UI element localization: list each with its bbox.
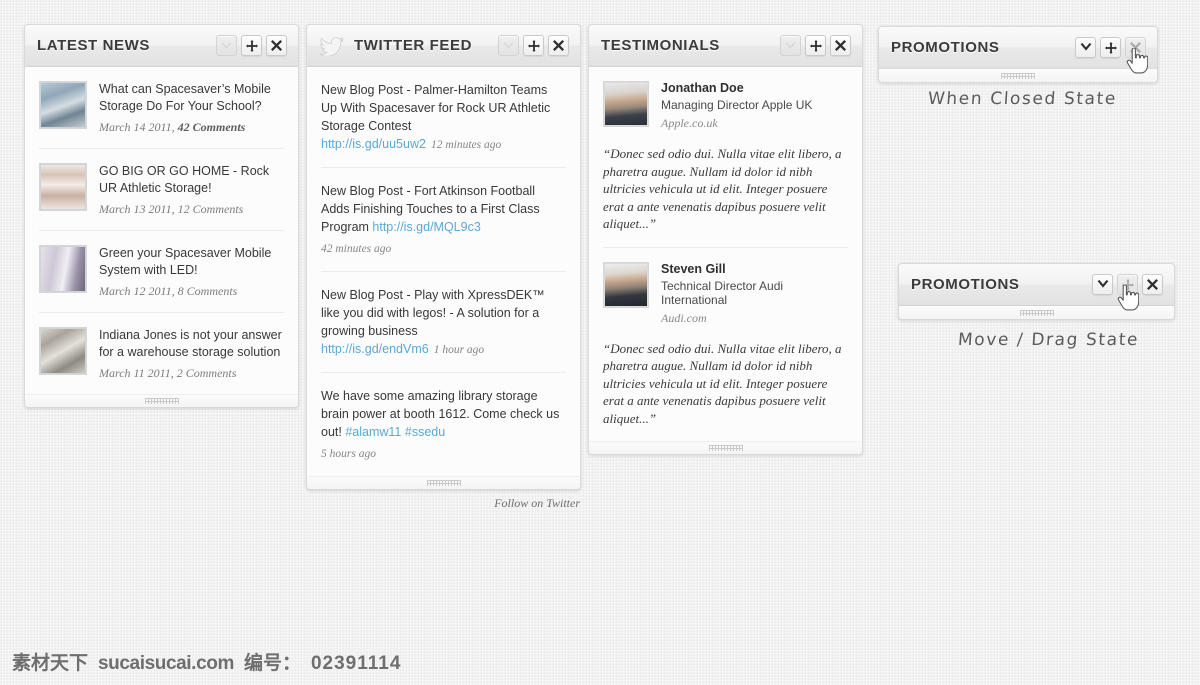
collapse-button[interactable]	[780, 35, 801, 56]
tweet-text: New Blog Post - Play with XpressDEK™ lik…	[321, 288, 545, 338]
widget-title-promotions-closed: PROMOTIONS	[891, 39, 1000, 56]
news-title[interactable]: Indiana Jones is not your answer for a w…	[99, 327, 284, 361]
header-buttons-twitter-feed	[498, 35, 569, 56]
testimonial-site: Audi.com	[661, 310, 707, 325]
widget-body-latest-news: What can Spacesaver’s Mobile Storage Do …	[25, 67, 298, 394]
news-meta: March 14 2011, 42 Comments	[99, 120, 246, 134]
resize-grip[interactable]	[589, 441, 862, 454]
list-item[interactable]: Indiana Jones is not your answer for a w…	[39, 313, 284, 394]
widget-header-promotions-drag[interactable]: PROMOTIONS	[899, 264, 1174, 307]
avatar	[603, 81, 649, 127]
list-item[interactable]: GO BIG OR GO HOME - Rock UR Athletic Sto…	[39, 149, 284, 231]
news-meta: March 11 2011, 2 Comments	[99, 366, 237, 380]
tweet-link[interactable]: http://is.gd/uu5uw2	[321, 137, 426, 151]
tweet-time: 5 hours ago	[321, 448, 376, 460]
tweet-text: New Blog Post - Palmer-Hamilton Teams Up…	[321, 83, 551, 133]
widget-header-twitter-feed[interactable]: TWITTER FEED	[307, 25, 580, 68]
widget-twitter-feed[interactable]: TWITTER FEED New Blog Post - Palmer-Hami…	[306, 24, 581, 510]
watermark-label: 编号：	[243, 653, 301, 674]
close-button[interactable]	[830, 35, 851, 56]
resize-grip[interactable]	[899, 306, 1174, 319]
list-item: New Blog Post - Fort Atkinson Football A…	[321, 168, 566, 272]
testimonial-quote: “Donec sed odio dui. Nulla vitae elit li…	[603, 135, 848, 248]
tweet-time: 42 minutes ago	[321, 243, 392, 255]
news-title[interactable]: What can Spacesaver’s Mobile Storage Do …	[99, 81, 284, 115]
list-item: We have some amazing library storage bra…	[321, 373, 566, 476]
list-item[interactable]: What can Spacesaver’s Mobile Storage Do …	[39, 67, 284, 149]
testimonial-name: Jonathan Doe	[661, 81, 744, 95]
header-buttons-latest-news	[216, 35, 287, 56]
collapse-button[interactable]	[1075, 37, 1096, 58]
close-button[interactable]	[266, 35, 287, 56]
news-thumbnail	[39, 163, 87, 211]
testimonial-site: Apple.co.uk	[661, 116, 718, 130]
watermark-number: 02391114	[310, 653, 402, 674]
list-item: New Blog Post - Play with XpressDEK™ lik…	[321, 272, 566, 373]
header-buttons-testimonials	[780, 35, 851, 56]
widget-title-latest-news: LATEST NEWS	[37, 37, 150, 54]
move-button[interactable]	[1100, 37, 1121, 58]
twitter-bird-icon	[319, 36, 345, 56]
widget-testimonials[interactable]: TESTIMONIALS Jonathan Doe Managing Direc…	[588, 24, 863, 455]
news-thumbnail	[39, 245, 87, 293]
tweet-time: 1 hour ago	[433, 344, 485, 356]
testimonial-role: Technical Director Audi International	[661, 278, 784, 307]
header-buttons-promotions-drag	[1092, 274, 1163, 295]
widget-title-testimonials: TESTIMONIALS	[601, 37, 720, 54]
drag-state-label: Move / Drag State	[957, 330, 1140, 350]
widget-title-promotions-drag: PROMOTIONS	[911, 276, 1020, 293]
widget-header-testimonials[interactable]: TESTIMONIALS	[589, 25, 862, 68]
tweet-time: 12 minutes ago	[430, 139, 502, 151]
news-thumbnail	[39, 81, 87, 129]
avatar	[603, 261, 649, 308]
hashtag-link[interactable]: #alamw11	[345, 425, 401, 439]
tweet-link[interactable]: http://is.gd/MQL9c3	[372, 220, 480, 234]
collapse-button[interactable]	[498, 35, 519, 56]
widget-header-latest-news[interactable]: LATEST NEWS	[25, 25, 298, 68]
testimonial-role: Managing Director Apple UK	[661, 98, 813, 112]
collapse-button[interactable]	[216, 35, 237, 56]
widget-body-testimonials: Jonathan Doe Managing Director Apple UK …	[589, 67, 862, 441]
close-button[interactable]	[1125, 37, 1146, 58]
widget-title-twitter-feed: TWITTER FEED	[354, 37, 473, 54]
watermark: 素材天下 sucaisucai.com 编号： 02391114	[12, 648, 401, 675]
news-meta: March 12 2011, 8 Comments	[99, 284, 238, 298]
list-item: Jonathan Doe Managing Director Apple UK …	[603, 67, 848, 248]
news-title[interactable]: GO BIG OR GO HOME - Rock UR Athletic Sto…	[99, 163, 284, 197]
resize-grip[interactable]	[879, 69, 1157, 82]
move-button[interactable]	[241, 35, 262, 56]
close-button[interactable]	[548, 35, 569, 56]
testimonial-quote: “Donec sed odio dui. Nulla vitae elit li…	[603, 340, 842, 426]
header-buttons-promotions-closed	[1075, 37, 1146, 58]
list-item: New Blog Post - Palmer-Hamilton Teams Up…	[321, 67, 566, 168]
testimonial-name: Steven Gill	[661, 261, 726, 276]
resize-grip[interactable]	[307, 476, 580, 489]
watermark-brand: 素材天下	[12, 653, 89, 674]
watermark-site: sucaisucai.com	[98, 653, 234, 674]
list-item: Steven Gill Technical Director Audi Inte…	[603, 248, 848, 442]
widget-promotions-drag[interactable]: PROMOTIONS	[898, 263, 1175, 320]
news-meta: March 13 2011, 12 Comments	[99, 202, 244, 216]
tweet-link[interactable]: http://is.gd/endVm6	[321, 342, 429, 356]
news-thumbnail	[39, 327, 87, 375]
move-button[interactable]	[1117, 274, 1138, 295]
move-button[interactable]	[523, 35, 544, 56]
list-item[interactable]: Green your Spacesaver Mobile System with…	[39, 231, 284, 313]
hashtag-link[interactable]: #ssedu	[405, 425, 445, 439]
collapse-button[interactable]	[1092, 274, 1113, 295]
close-button[interactable]	[1142, 274, 1163, 295]
widget-header-promotions-closed[interactable]: PROMOTIONS	[879, 27, 1157, 70]
move-button[interactable]	[805, 35, 826, 56]
follow-on-twitter-link[interactable]: Follow on Twitter	[494, 496, 580, 511]
widget-promotions-closed[interactable]: PROMOTIONS	[878, 26, 1158, 83]
resize-grip[interactable]	[25, 394, 298, 407]
news-title[interactable]: Green your Spacesaver Mobile System with…	[99, 245, 284, 279]
widget-latest-news[interactable]: LATEST NEWS What can Spacesaver’s Mobile…	[24, 24, 299, 408]
widget-body-twitter-feed: New Blog Post - Palmer-Hamilton Teams Up…	[307, 67, 580, 476]
closed-state-label: When Closed State	[927, 89, 1118, 109]
